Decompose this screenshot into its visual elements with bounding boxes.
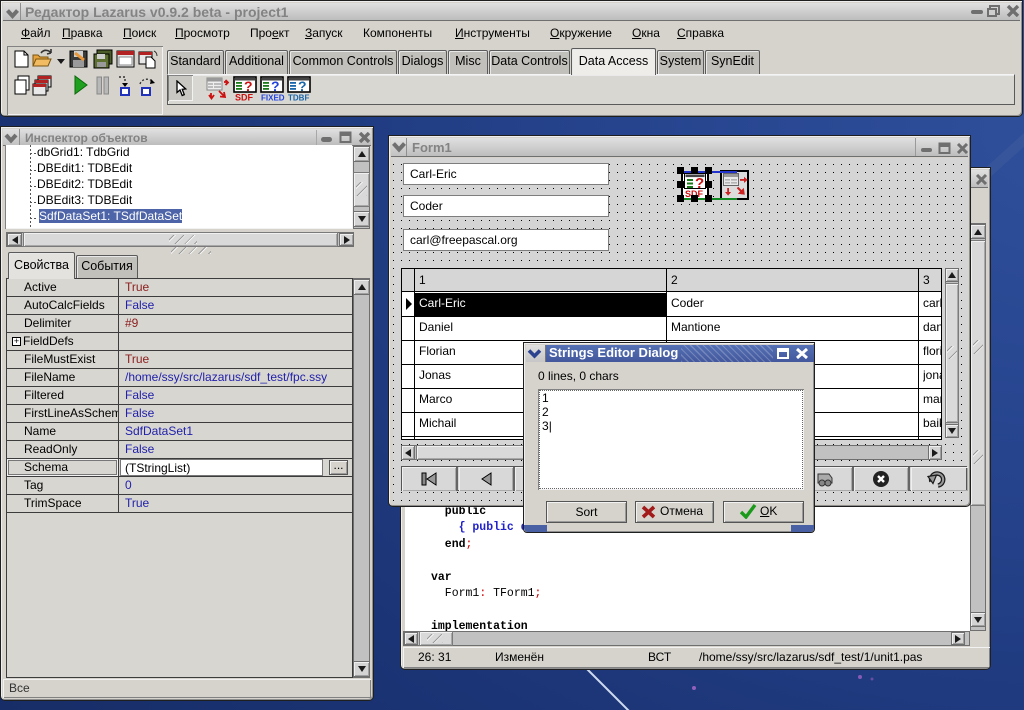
svg-text:TDBF: TDBF [288,94,309,102]
svg-text:FIXED: FIXED [261,94,285,102]
svg-text:SDF: SDF [235,93,254,102]
svg-text:?: ? [695,175,704,189]
svg-text:?: ? [271,78,280,94]
svg-text:?: ? [298,78,307,94]
